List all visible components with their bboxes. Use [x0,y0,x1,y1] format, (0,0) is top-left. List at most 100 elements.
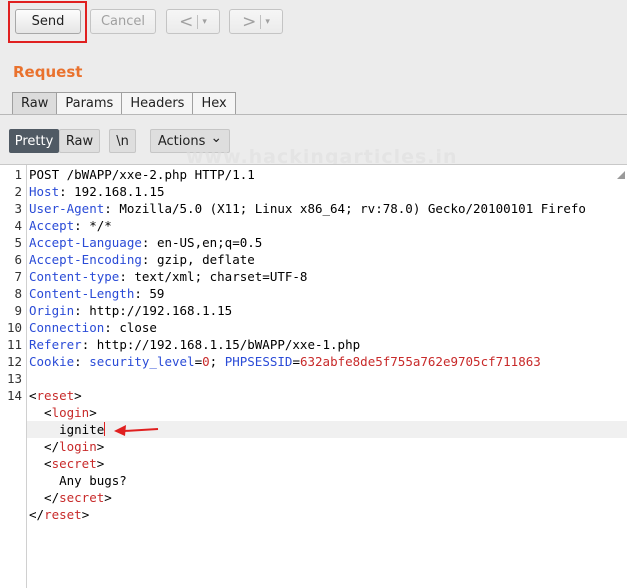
line-number: 13 [6,371,22,386]
red-arrow-annotation [114,425,159,436]
editor-line: ignite [0,421,627,438]
line-content: Referer: http://192.168.1.15/bWAPP/xxe-1… [29,336,360,353]
header-name: Accept [29,218,75,233]
line-number: 6 [14,252,22,267]
editor-line: 14 <reset> [0,387,627,404]
line-content: <login> [29,404,97,421]
forward-history-button[interactable]: > ▾ [229,9,283,34]
forward-arrow-icon: > [242,11,257,32]
back-history-button[interactable]: < ▾ [166,9,220,34]
line-number: 3 [14,201,22,216]
header-name: Content-Length [29,286,135,301]
header-value: : text/xml; charset=UTF-8 [119,269,308,284]
xml-bracket: </ [29,439,60,454]
editor-line: 9 Origin: http://192.168.1.15 [0,302,627,319]
header-name: Accept-Encoding [29,252,142,267]
editor-line: 6 Accept-Encoding: gzip, deflate [0,251,627,268]
newline-toggle[interactable]: \n [109,129,136,153]
editor-line: </reset> [0,506,627,523]
header-separator: : [74,354,90,369]
xml-tag-name: login [51,405,90,420]
text-content: ignite [29,422,105,437]
editor-line: 8 Content-Length: 59 [0,285,627,302]
cookie-name: security_level [89,354,195,369]
line-number: 12 [6,354,22,369]
xml-tag-name: login [59,439,97,454]
toolbar: Send Cancel < ▾ > ▾ [0,0,627,46]
tab-headers[interactable]: Headers [122,92,194,115]
editor-line: 13 [0,370,627,387]
line-content: </login> [29,438,104,455]
xml-bracket: > [96,439,105,454]
raw-toggle[interactable]: Raw [59,129,100,153]
request-tabs: Raw Params Headers Hex [12,92,236,115]
header-name: Host [29,184,60,199]
editor-line: 7 Content-type: text/xml; charset=UTF-8 [0,268,627,285]
editor-line: 1 POST /bWAPP/xxe-2.php HTTP/1.1 [0,166,627,183]
line-content: User-Agent: Mozilla/5.0 (X11; Linux x86_… [29,200,586,217]
tab-hex[interactable]: Hex [193,92,236,115]
header-value: : en-US,en;q=0.5 [141,235,263,250]
editor-line: </login> [0,438,627,455]
request-title: Request [13,63,83,81]
header-name: Connection [29,320,105,335]
line-content: Any bugs? [29,472,127,489]
line-number: 14 [6,388,22,403]
line-content: Origin: http://192.168.1.15 [29,302,232,319]
xml-tag-name: reset [36,388,75,403]
xml-bracket: > [74,388,82,403]
header-value: : 192.168.1.15 [59,184,165,199]
back-arrow-icon: < [179,11,194,32]
xml-bracket: > [89,405,97,420]
line-content: ignite [29,421,106,438]
line-number: 9 [14,303,22,318]
header-name: Cookie [29,354,75,369]
line-number: 4 [14,218,22,233]
xml-tag-name: reset [44,507,82,522]
editor-line: 12 Cookie: security_level=0; PHPSESSID=63… [0,353,627,370]
line-number: 2 [14,184,22,199]
cancel-button[interactable]: Cancel [90,9,156,34]
header-name: Content-type [29,269,120,284]
xml-bracket: </ [29,507,45,522]
editor-line: 5 Accept-Language: en-US,en;q=0.5 [0,234,627,251]
back-dropdown-icon: ▾ [202,16,207,27]
editor-line: </secret> [0,489,627,506]
header-name: Referer [29,337,82,352]
line-number: 10 [6,320,22,335]
send-button[interactable]: Send [15,9,81,34]
line-number: 1 [14,167,22,182]
line-number: 8 [14,286,22,301]
line-content: Accept-Encoding: gzip, deflate [29,251,255,268]
tab-raw[interactable]: Raw [12,92,58,115]
line-content: </secret> [29,489,112,506]
line-content: Content-Length: 59 [29,285,164,302]
header-name: Accept-Language [29,235,142,250]
xml-bracket: < [29,405,52,420]
editor-line: <secret> [0,455,627,472]
xml-bracket: > [104,490,112,505]
header-value: : 59 [134,286,165,301]
xml-tag-name: secret [59,490,105,505]
header-value: : close [104,320,157,335]
editor-line: <login> [0,404,627,421]
xml-bracket: > [81,507,90,522]
cookie-name: PHPSESSID [224,354,293,369]
header-name: User-Agent [29,201,105,216]
chevron-down-icon: ⌄ [210,130,223,146]
line-content: <reset> [29,387,82,404]
line-content: Host: 192.168.1.15 [29,183,164,200]
tab-params[interactable]: Params [57,92,123,115]
line-content: Connection: close [29,319,157,336]
editor-line: 10 Connection: close [0,319,627,336]
header-name: Origin [29,303,75,318]
line-content: Content-type: text/xml; charset=UTF-8 [29,268,307,285]
header-value: : Mozilla/5.0 (X11; Linux x86_64; rv:78.… [104,201,586,216]
message-editor[interactable]: 1 POST /bWAPP/xxe-2.php HTTP/1.1 2 Host: 19… [0,164,627,588]
editor-line: 3 User-Agent: Mozilla/5.0 (X11; Linux x86… [0,200,627,217]
line-content: <secret> [29,455,104,472]
header-value: : gzip, deflate [141,252,255,267]
header-value: : http://192.168.1.15/bWAPP/xxe-1.php [81,337,361,352]
text-content: Any bugs? [29,473,127,488]
pretty-toggle[interactable]: Pretty [9,129,59,153]
